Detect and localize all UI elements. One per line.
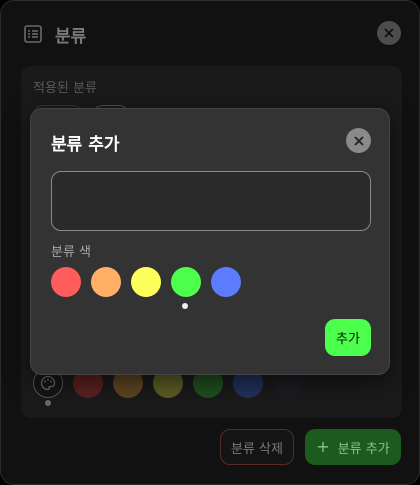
dialog-close-button[interactable]: [346, 128, 371, 153]
plus-icon: +: [316, 437, 330, 456]
color-swatch-red[interactable]: [51, 267, 81, 297]
close-icon: [384, 28, 394, 38]
selected-indicator: [45, 400, 51, 406]
add-button[interactable]: 추가: [325, 319, 371, 356]
category-name-input[interactable]: [51, 171, 371, 231]
add-category-dialog: 분류 추가 분류 색 추가: [30, 108, 390, 375]
close-icon: [353, 135, 364, 146]
delete-category-button[interactable]: 분류 삭제: [220, 429, 294, 465]
color-swatch-green[interactable]: [171, 267, 201, 297]
dialog-title: 분류 추가: [51, 135, 120, 155]
color-swatch-orange[interactable]: [91, 267, 121, 297]
add-category-label: 분류 추가: [337, 441, 390, 457]
category-color-label: 분류 색: [51, 245, 92, 260]
color-swatch-yellow[interactable]: [131, 267, 161, 297]
selected-color-indicator: [182, 303, 188, 309]
palette-icon: [40, 375, 56, 391]
panel-close-button[interactable]: [377, 21, 401, 45]
add-category-button[interactable]: + 분류 추가: [305, 429, 401, 465]
list-icon: [23, 24, 43, 44]
panel-header: 분류: [23, 21, 86, 47]
applied-categories-label: 적용된 분류: [33, 81, 97, 96]
color-swatch-blue[interactable]: [211, 267, 241, 297]
panel-title: 분류: [55, 26, 87, 47]
